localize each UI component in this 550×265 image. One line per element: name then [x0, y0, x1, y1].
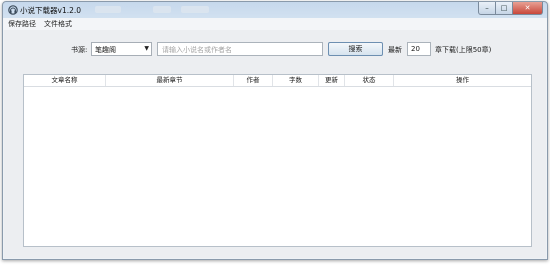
latest-label: 最新 [388, 46, 402, 54]
main-content: 书源: 笔趣阁 ▼ 请输入小说名或作者名 搜索 最新 20 章下载(上限50章)… [4, 30, 546, 258]
column-header-title[interactable]: 文章名称 [24, 75, 106, 86]
close-button[interactable]: ✕ [513, 2, 543, 15]
chapters-suffix-label: 章下载(上限50章) [435, 46, 492, 54]
dropdown-arrow-icon[interactable]: ▼ [144, 45, 149, 52]
app-logo-icon [8, 5, 18, 15]
blurred-region [153, 6, 171, 13]
search-button[interactable]: 搜索 [328, 42, 383, 56]
source-select-value: 笔趣阁 [95, 46, 116, 54]
column-header-author[interactable]: 作者 [234, 75, 273, 86]
window-title: 小说下载器v1.2.0 [20, 6, 82, 15]
column-header-status[interactable]: 状态 [345, 75, 394, 86]
search-input[interactable]: 请输入小说名或作者名 [157, 42, 323, 56]
blurred-region [181, 6, 209, 13]
column-header-actions[interactable]: 操作 [394, 75, 531, 86]
source-label: 书源: [71, 46, 88, 54]
column-header-word-count[interactable]: 字数 [273, 75, 319, 86]
menu-bar: 保存路径 文件格式 [3, 18, 547, 30]
results-table[interactable]: 文章名称 最新章节 作者 字数 更新 状态 操作 [23, 74, 532, 247]
chapter-count-input[interactable]: 20 [407, 42, 431, 56]
app-window: 小说下载器v1.2.0 – □ ✕ 保存路径 文件格式 书源: 笔趣阁 ▼ 请输… [2, 1, 548, 260]
column-header-updated[interactable]: 更新 [319, 75, 345, 86]
maximize-button[interactable]: □ [496, 2, 513, 15]
menu-save-path[interactable]: 保存路径 [8, 19, 36, 29]
table-header: 文章名称 最新章节 作者 字数 更新 状态 操作 [24, 75, 531, 87]
menu-file-format[interactable]: 文件格式 [44, 19, 72, 29]
column-header-latest-chapter[interactable]: 最新章节 [106, 75, 234, 86]
source-select[interactable]: 笔趣阁 ▼ [91, 42, 152, 56]
title-bar[interactable]: 小说下载器v1.2.0 – □ ✕ [3, 2, 547, 18]
blurred-region [95, 6, 121, 13]
minimize-button[interactable]: – [478, 2, 496, 15]
